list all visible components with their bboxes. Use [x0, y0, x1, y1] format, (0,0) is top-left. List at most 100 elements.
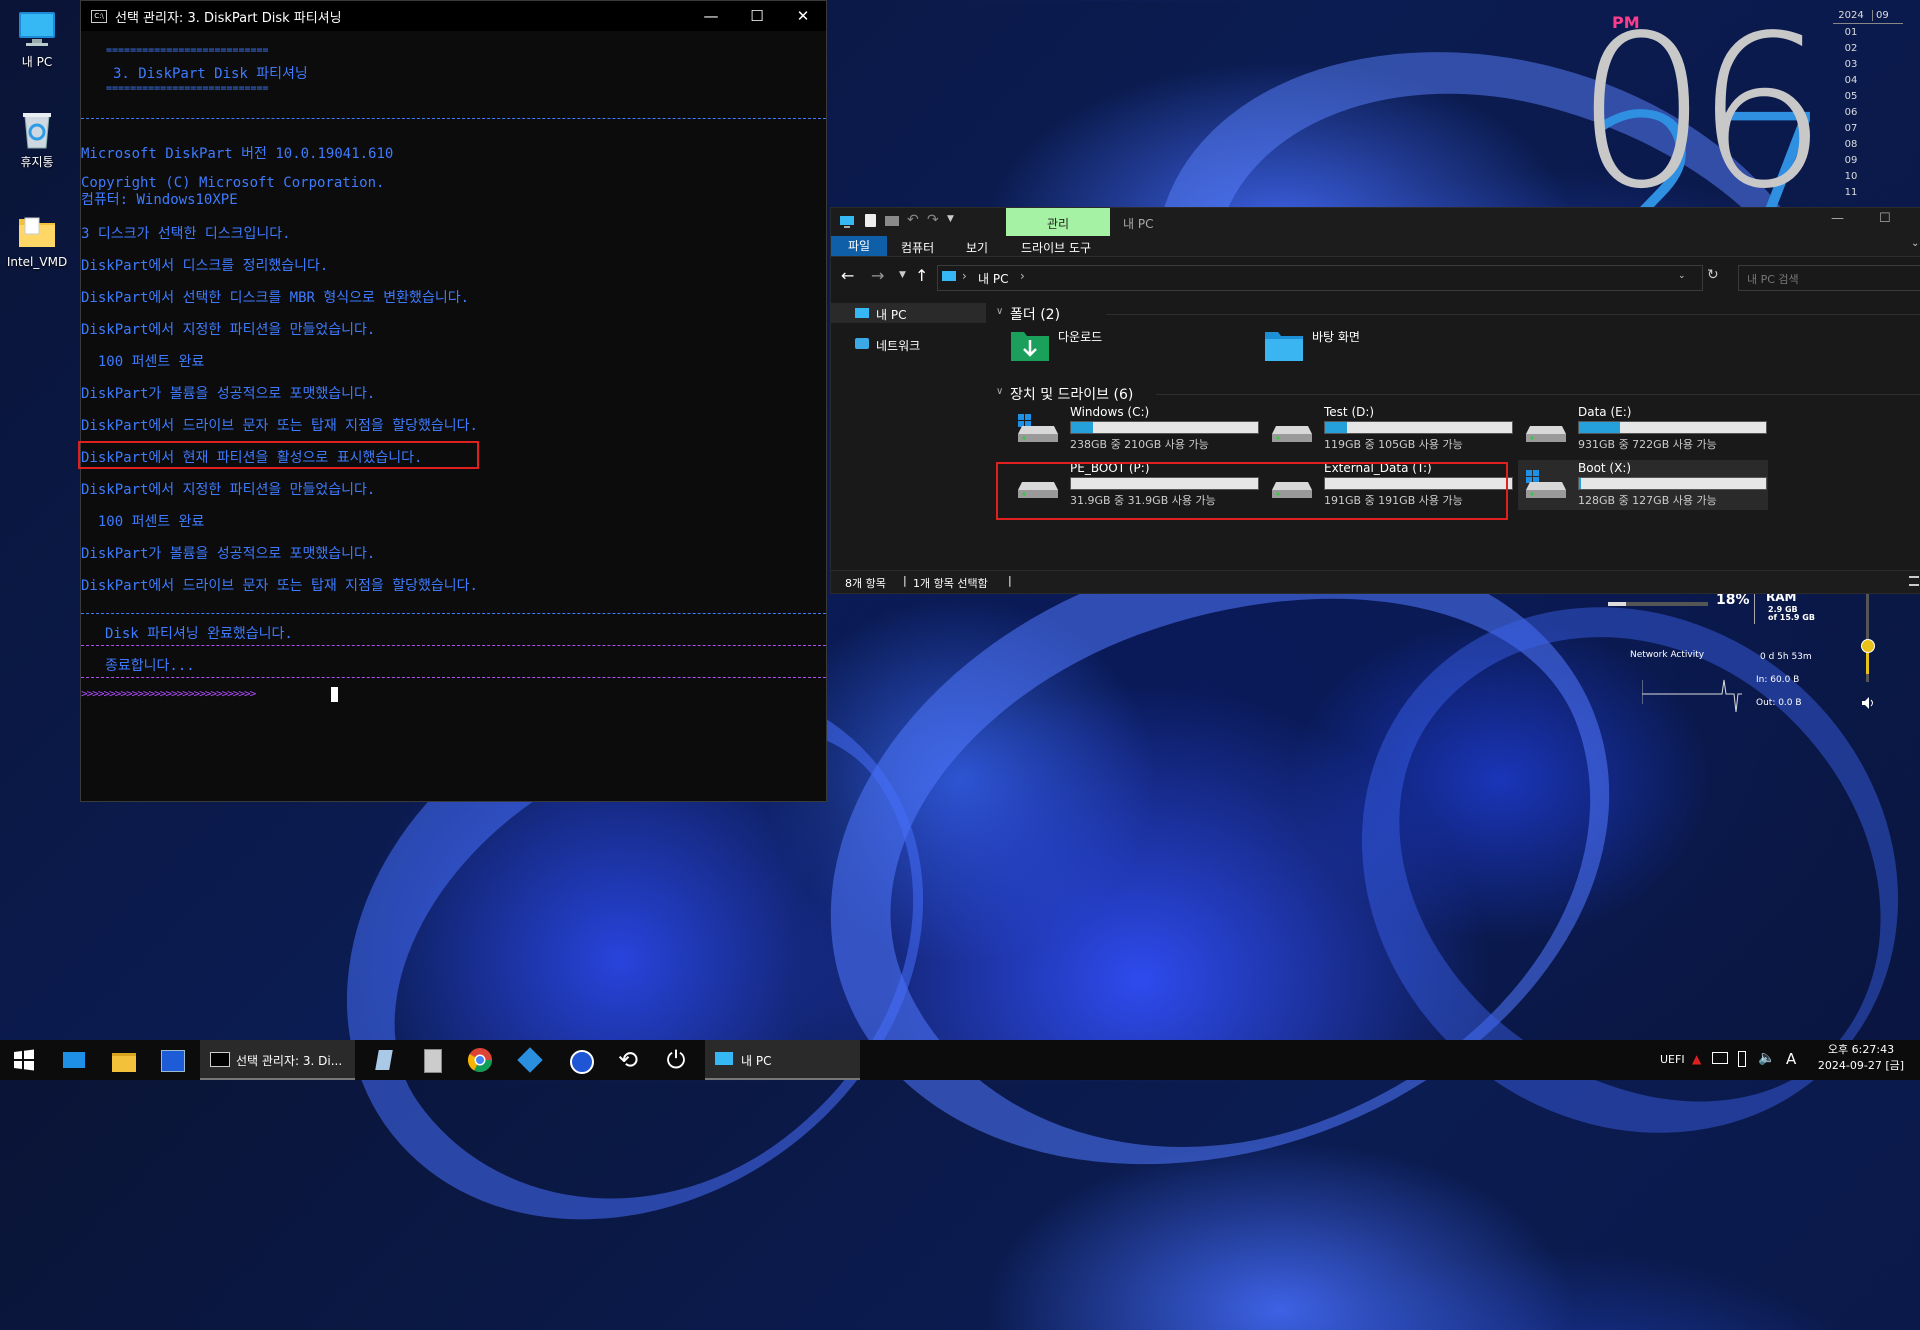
drive-item[interactable]: Test (D:) 119GB 중 105GB 사용 가능: [1264, 404, 1514, 454]
console-cursor: [331, 687, 338, 702]
desktop-icon-label: 휴지통: [20, 155, 54, 169]
folder-item-desktop[interactable]: 바탕 화면: [1264, 324, 1504, 368]
search-input[interactable]: 내 PC 검색: [1738, 265, 1920, 291]
qat-dropdown-icon[interactable]: ▼: [947, 214, 954, 224]
power-icon[interactable]: ⏻: [662, 1046, 690, 1074]
drive-name: Windows (C:): [1070, 405, 1150, 419]
breadcrumb[interactable]: 내 PC: [978, 270, 1008, 287]
maximize-button[interactable]: ☐: [1879, 211, 1891, 226]
exit-message: 종료합니다...: [105, 658, 195, 674]
drive-item[interactable]: Boot (X:) 128GB 중 127GB 사용 가능: [1518, 460, 1768, 510]
hard-drive-icon: [1524, 414, 1568, 442]
console-line: 100 퍼센트 완료: [81, 514, 205, 530]
desktop-icon-my-pc[interactable]: 내 PC: [0, 8, 74, 70]
ram-percent: 18%: [1716, 592, 1750, 608]
context-tab-manage[interactable]: 관리: [1006, 208, 1110, 236]
download-folder-icon: [1010, 328, 1050, 365]
volume-tray-icon[interactable]: 🔈: [1758, 1050, 1775, 1066]
taskbar-task-console[interactable]: 선택 관리자: 3. Di...: [200, 1040, 355, 1080]
desktop-icon-recycle-bin[interactable]: 휴지통: [0, 108, 74, 170]
qat-new-folder-icon[interactable]: [885, 216, 899, 226]
taskbar-icon-file-explorer[interactable]: [110, 1046, 138, 1074]
minimize-button[interactable]: —: [1831, 211, 1844, 226]
calendar-day: 02: [1844, 43, 1858, 54]
close-button[interactable]: ✕: [780, 7, 826, 25]
maximize-button[interactable]: ☐: [734, 7, 780, 25]
start-button[interactable]: [10, 1046, 38, 1074]
calendar-year: 2024: [1838, 10, 1864, 21]
tab-file[interactable]: 파일: [831, 236, 887, 256]
content-pane: ∨ 폴더 (2) 다운로드 바탕 화면 ∨ 장치 및 드라이브 (6) Wind…: [996, 300, 1920, 570]
tray-clock[interactable]: 오후 6:27:43 2024-09-27 [금]: [1806, 1042, 1916, 1074]
chevron-down-icon[interactable]: ∨: [996, 306, 1003, 317]
network-icon: [855, 338, 869, 349]
ribbon-expand-icon[interactable]: ⌄: [1911, 238, 1919, 249]
breadcrumb-separator: ›: [1020, 269, 1025, 283]
chevron-down-icon[interactable]: ∨: [996, 386, 1003, 397]
desktop-icon-intel-vmd[interactable]: Intel_VMD: [0, 210, 74, 269]
tab-drive-tools[interactable]: 드라이브 도구: [1021, 239, 1091, 256]
explorer-titlebar[interactable]: ↶ ↷ ▼ 관리 내 PC — ☐: [831, 208, 1920, 236]
nav-item-network[interactable]: 네트워크: [831, 334, 986, 354]
volume-slider[interactable]: [1861, 592, 1875, 682]
status-item-count: 8개 항목: [845, 577, 886, 590]
console-titlebar[interactable]: C:\ 선택 관리자: 3. DiskPart Disk 파티셔닝 — ☐ ✕: [81, 1, 826, 31]
console-title: 선택 관리자: 3. DiskPart Disk 파티셔닝: [115, 10, 342, 26]
tab-computer[interactable]: 컴퓨터: [901, 239, 934, 256]
speaker-icon[interactable]: [1860, 695, 1876, 714]
drives-header[interactable]: 장치 및 드라이브 (6): [1010, 384, 1133, 404]
address-dropdown-icon[interactable]: ⌄: [1678, 271, 1686, 281]
network-tray-icon[interactable]: [1712, 1052, 1728, 1064]
taskbar-icon-settings-tool[interactable]: [516, 1046, 544, 1074]
monitor-icon: [715, 1052, 733, 1065]
console-window[interactable]: C:\ 선택 관리자: 3. DiskPart Disk 파티셔닝 — ☐ ✕ …: [78, 0, 827, 802]
folders-header[interactable]: 폴더 (2): [1010, 304, 1060, 324]
taskbar-icon-save-disk[interactable]: [158, 1046, 186, 1074]
network-graph: [1642, 679, 1742, 713]
qat-properties-icon[interactable]: [865, 214, 876, 227]
hard-drive-icon: [1016, 414, 1060, 442]
explorer-window[interactable]: ↶ ↷ ▼ 관리 내 PC — ☐ 파일 컴퓨터 보기 드라이브 도구 ⌄ ← …: [830, 207, 1920, 594]
taskbar-icon-desktop[interactable]: [60, 1046, 88, 1074]
hard-drive-icon: [1270, 414, 1314, 442]
drive-space-info: 931GB 중 722GB 사용 가능: [1578, 438, 1717, 451]
usb-icon[interactable]: [1738, 1051, 1746, 1067]
status-bar: 8개 항목 | 1개 항목 선택함 |: [831, 570, 1920, 593]
tab-view[interactable]: 보기: [966, 239, 988, 256]
taskbar: 선택 관리자: 3. Di... ⟲ ⏻ 내 PC UEFI ▲ 🔈 A 오후 …: [0, 1040, 1920, 1080]
minimize-button[interactable]: —: [688, 7, 734, 25]
details-view-icon[interactable]: [1909, 576, 1919, 586]
refresh-icon[interactable]: ↻: [1707, 267, 1719, 283]
volume-knob[interactable]: [1861, 639, 1875, 653]
clock-hour: 06: [1575, 0, 1828, 235]
redo-icon[interactable]: ↷: [927, 212, 939, 228]
back-button[interactable]: ←: [841, 266, 854, 285]
address-row: ← → ▼ ↑ › 내 PC › ⌄ ↻ 내 PC 검색: [831, 263, 1920, 293]
net-in: In: 60.0 B: [1756, 675, 1800, 685]
ime-indicator[interactable]: A: [1786, 1050, 1796, 1068]
recent-dropdown-icon[interactable]: ▼: [899, 270, 906, 280]
task-label: 내 PC: [741, 1054, 772, 1068]
monitor-icon: [855, 308, 869, 318]
drive-item[interactable]: Windows (C:) 238GB 중 210GB 사용 가능: [1010, 404, 1260, 454]
up-button[interactable]: ↑: [915, 266, 928, 285]
nav-item-label: 네트워크: [876, 339, 921, 353]
taskbar-icon-app-blue[interactable]: [566, 1046, 594, 1074]
forward-button[interactable]: →: [871, 266, 884, 285]
chevron-up-icon[interactable]: ▲: [1692, 1052, 1701, 1066]
taskbar-task-explorer[interactable]: 내 PC: [705, 1040, 860, 1080]
chrome-icon[interactable]: [466, 1046, 494, 1074]
taskbar-icon-calculator[interactable]: [418, 1046, 446, 1074]
search-placeholder: 내 PC 검색: [1747, 273, 1799, 286]
taskbar-icon-notepad[interactable]: [370, 1046, 398, 1074]
folder-item-downloads[interactable]: 다운로드: [1010, 324, 1250, 368]
console-line: DiskPart에서 지정한 파티션을 만들었습니다.: [81, 482, 376, 498]
console-prompt: >>>>>>>>>>>>>>>>>>>>>>>>>>>>>>>: [81, 687, 256, 700]
address-bar[interactable]: › 내 PC › ⌄: [937, 265, 1703, 291]
restart-icon[interactable]: ⟲: [614, 1046, 642, 1074]
undo-icon[interactable]: ↶: [907, 212, 919, 228]
drive-item[interactable]: Data (E:) 931GB 중 722GB 사용 가능: [1518, 404, 1768, 454]
drive-usage-bar: [1070, 421, 1259, 434]
nav-item-my-pc[interactable]: 내 PC: [831, 303, 986, 323]
drive-usage-bar: [1578, 421, 1767, 434]
